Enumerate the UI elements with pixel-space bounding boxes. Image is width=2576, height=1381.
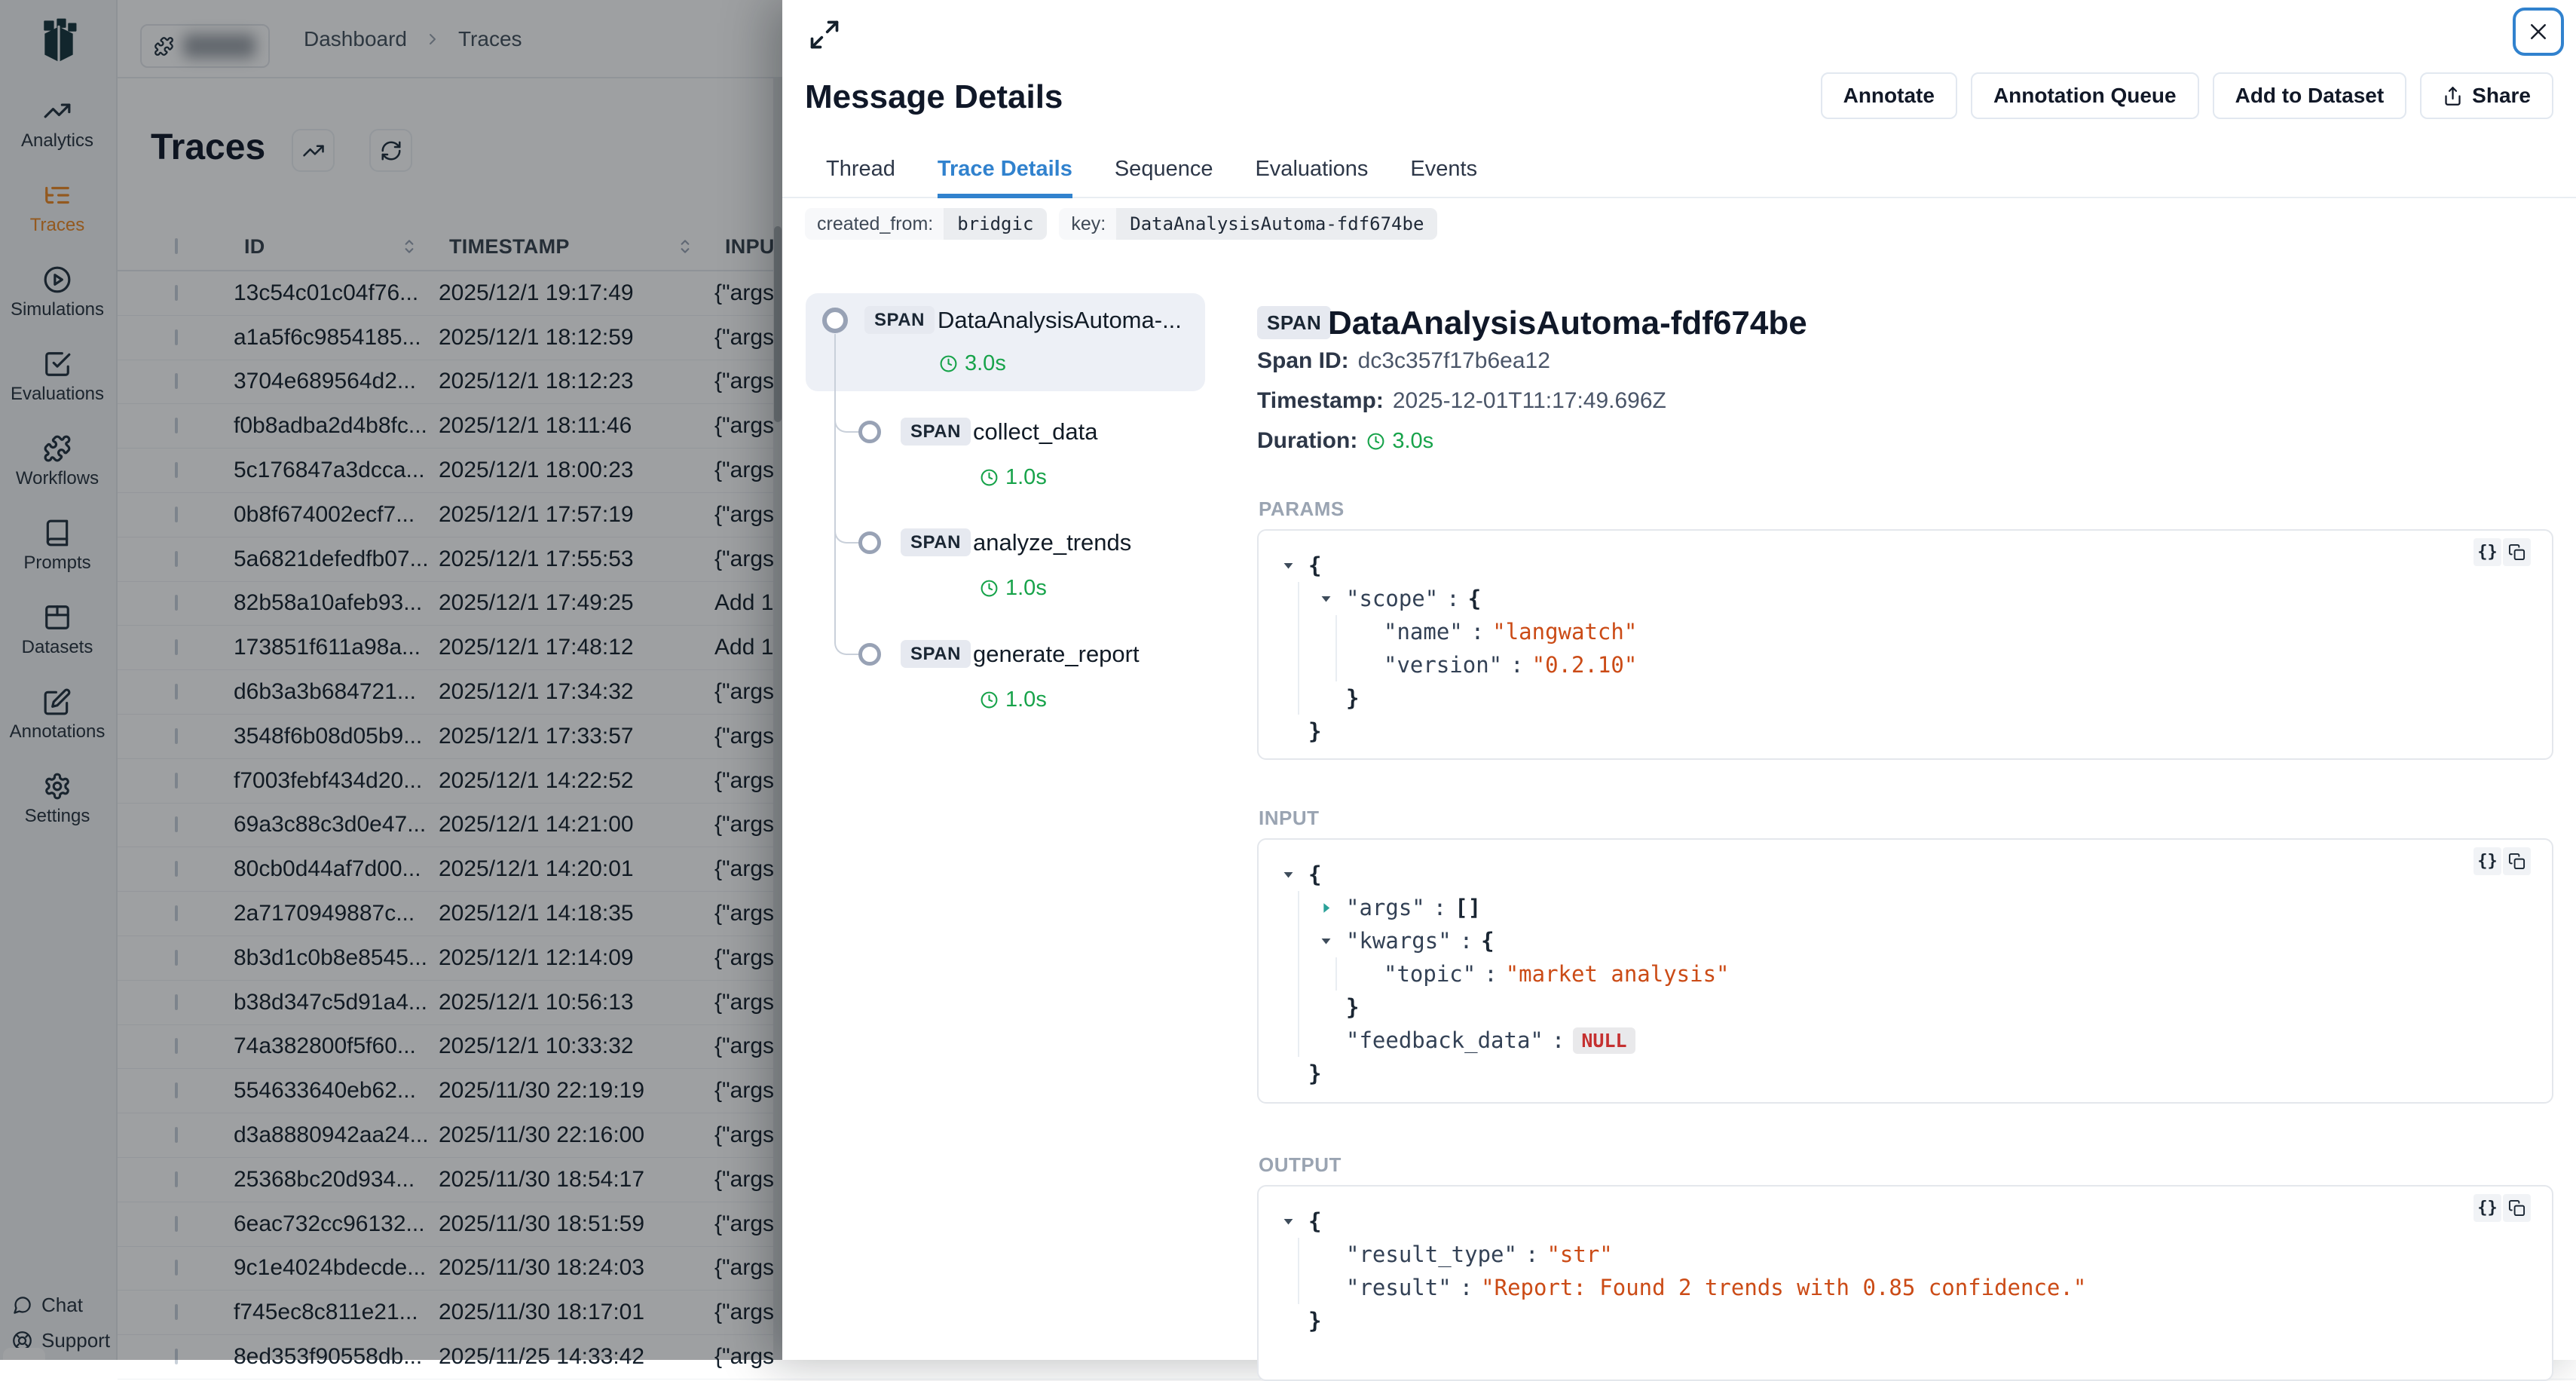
tree-connector [834, 522, 859, 544]
meta-badge: created_from: bridgic [805, 208, 1047, 240]
tree-connector [834, 412, 859, 433]
tree-connector [834, 334, 836, 635]
span-duration: 1.0s [980, 576, 1047, 601]
json-toolbar: {} [2474, 1194, 2531, 1222]
json-line: } [1281, 1057, 2529, 1090]
span-node-icon [822, 308, 848, 333]
collapse-caret-icon[interactable] [1281, 868, 1308, 882]
json-line: "kwargs":{ [1281, 924, 2529, 957]
span-type-badge: SPAN [901, 528, 971, 556]
span-type-badge: SPAN [864, 306, 935, 334]
json-box-input: {}{"args":[]"kwargs":{"topic":"market an… [1257, 838, 2553, 1104]
span-node-icon [858, 643, 881, 666]
raw-json-button[interactable]: {} [2474, 847, 2501, 875]
drawer-actions: Annotate Annotation Queue Add to Dataset Sh… [1821, 72, 2553, 119]
json-line: "name":"langwatch" [1281, 615, 2529, 648]
json-line: } [1281, 1304, 2529, 1337]
expand-icon[interactable] [808, 18, 841, 51]
span-node-icon [858, 531, 881, 554]
annotation-queue-button[interactable]: Annotation Queue [1971, 72, 2199, 119]
collapse-caret-icon[interactable] [1319, 934, 1346, 948]
close-x-icon [2527, 20, 2550, 43]
span-duration: 1.0s [980, 687, 1047, 712]
meta-badge: key: DataAnalysisAutoma-fdf674be [1059, 208, 1437, 240]
json-line: "result_type":"str" [1281, 1238, 2529, 1271]
span-duration: 3.0s [939, 351, 1006, 376]
json-line: "args":[] [1281, 891, 2529, 924]
collapse-caret-icon[interactable] [1281, 559, 1308, 573]
json-line: "topic":"market analysis" [1281, 957, 2529, 991]
json-line: { [1281, 858, 2529, 891]
json-box-output: {}{"result_type":"str""result":"Report: … [1257, 1185, 2553, 1381]
copy-icon [2508, 544, 2526, 561]
share-button[interactable]: Share [2420, 72, 2553, 119]
copy-icon [2508, 853, 2526, 870]
drawer-title: Message Details [805, 78, 1063, 116]
span-details-title: DataAnalysisAutoma-fdf674be [1328, 305, 1807, 342]
span-id-row: Span ID: dc3c357f17b6ea12 [1257, 348, 1550, 374]
raw-json-button[interactable]: {} [2474, 1194, 2501, 1222]
section-label-input: INPUT [1259, 807, 1320, 830]
json-line: "result":"Report: Found 2 trends with 0.… [1281, 1271, 2529, 1304]
json-line: "version":"0.2.10" [1281, 648, 2529, 681]
json-toolbar: {} [2474, 538, 2531, 566]
section-label-params: PARAMS [1259, 498, 1345, 521]
span-duration: 1.0s [980, 465, 1047, 490]
add-to-dataset-button[interactable]: Add to Dataset [2213, 72, 2407, 119]
clock-icon [1366, 432, 1385, 451]
tab-evaluations[interactable]: Evaluations [1255, 151, 1368, 198]
span-name[interactable]: analyze_trends [973, 529, 1131, 556]
span-name[interactable]: collect_data [973, 418, 1097, 446]
json-toolbar: {} [2474, 847, 2531, 875]
json-line: { [1281, 549, 2529, 582]
annotate-button[interactable]: Annotate [1821, 72, 1957, 119]
span-type-badge: SPAN [1257, 306, 1331, 339]
raw-json-button[interactable]: {} [2474, 538, 2501, 566]
copy-button[interactable] [2503, 1194, 2531, 1222]
span-node-icon [858, 421, 881, 443]
trace-meta-badges: created_from: bridgic key: DataAnalysisA… [805, 208, 1437, 240]
span-type-badge: SPAN [901, 418, 971, 446]
share-upload-icon [2443, 86, 2463, 106]
json-line: "scope":{ [1281, 582, 2529, 615]
span-type-badge: SPAN [901, 640, 971, 668]
message-details-drawer: Message Details Annotate Annotation Queue… [782, 0, 2576, 1360]
json-line: } [1281, 715, 2529, 748]
copy-button[interactable] [2503, 538, 2531, 566]
tab-events[interactable]: Events [1410, 151, 1477, 198]
clock-icon [980, 579, 999, 598]
tree-connector [834, 634, 859, 655]
json-line: } [1281, 681, 2529, 715]
tab-trace-details[interactable]: Trace Details [938, 151, 1072, 198]
collapse-caret-icon[interactable] [1281, 1214, 1308, 1229]
clock-icon [939, 354, 958, 373]
section-label-output: OUTPUT [1259, 1153, 1342, 1177]
tab-thread[interactable]: Thread [826, 151, 895, 198]
copy-icon [2508, 1199, 2526, 1217]
clock-icon [980, 468, 999, 487]
span-duration-row: Duration: 3.0s [1257, 428, 1433, 454]
json-line: } [1281, 991, 2529, 1024]
copy-button[interactable] [2503, 847, 2531, 875]
expand-caret-icon[interactable] [1319, 901, 1346, 915]
close-button[interactable] [2513, 8, 2564, 56]
json-box-params: {}{"scope":{"name":"langwatch""version":… [1257, 529, 2553, 760]
span-timestamp-row: Timestamp: 2025-12-01T11:17:49.696Z [1257, 388, 1666, 414]
span-name[interactable]: generate_report [973, 641, 1140, 668]
json-line: { [1281, 1205, 2529, 1238]
drawer-tabs: Thread Trace Details Sequence Evaluations Ev… [782, 151, 2576, 198]
clock-icon [980, 690, 999, 709]
json-line: "feedback_data":NULL [1281, 1024, 2529, 1057]
tab-sequence[interactable]: Sequence [1115, 151, 1213, 198]
span-name[interactable]: DataAnalysisAutoma-... [938, 307, 1182, 334]
collapse-caret-icon[interactable] [1319, 592, 1346, 606]
